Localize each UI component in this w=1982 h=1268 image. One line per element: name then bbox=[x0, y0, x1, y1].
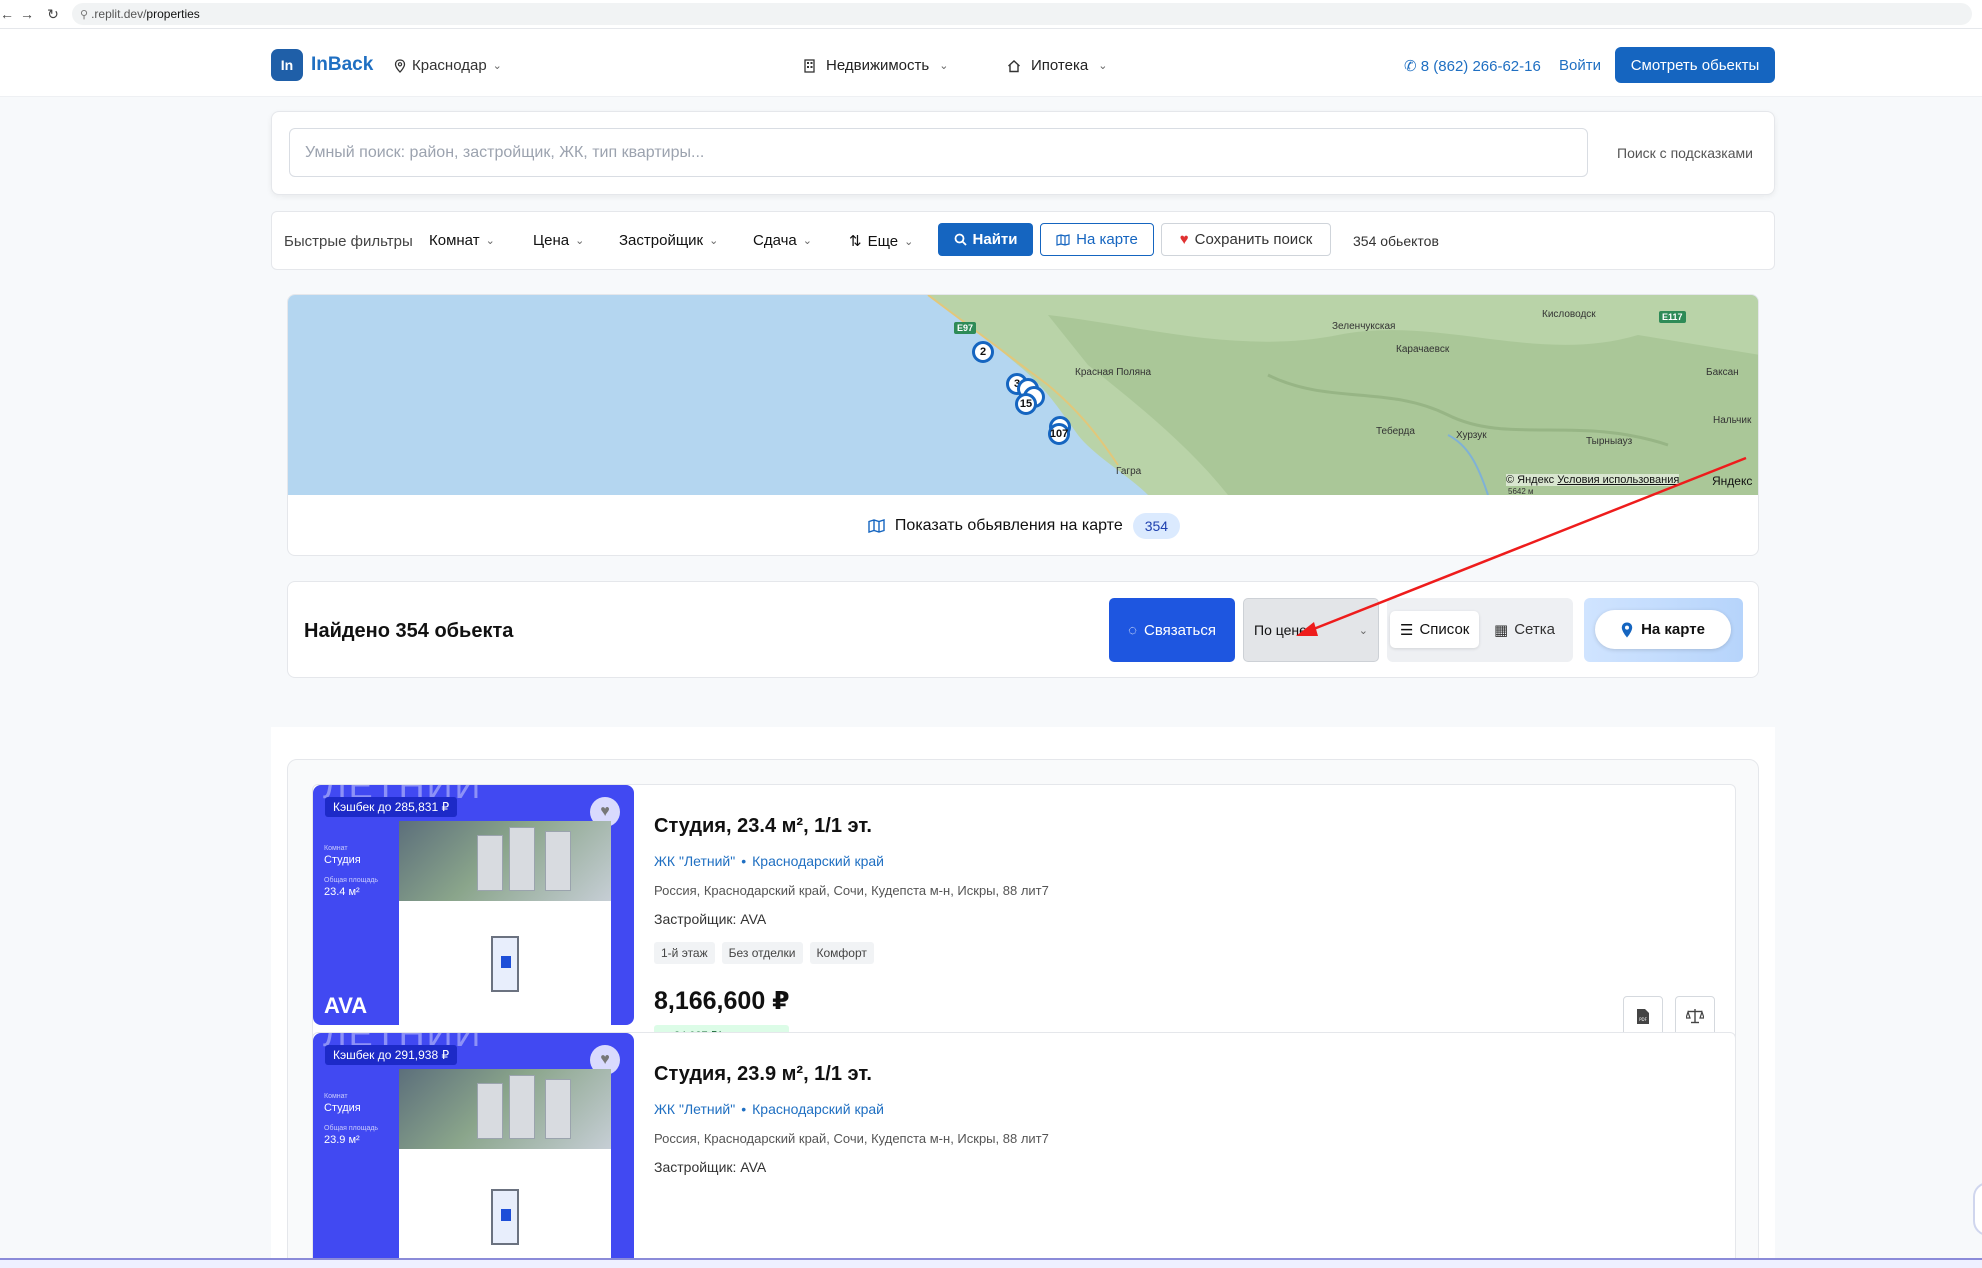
floor-plan-shape bbox=[491, 936, 519, 992]
complex-name[interactable]: ЖК "Летний" bbox=[654, 853, 735, 869]
region-name[interactable]: Краснодарский край bbox=[752, 1101, 884, 1117]
complex-name[interactable]: ЖК "Летний" bbox=[654, 1101, 735, 1117]
building-shape bbox=[509, 1075, 535, 1139]
listing-developer: Застройщик: AVA bbox=[654, 911, 767, 927]
viewport-bottom-strip bbox=[0, 1260, 1982, 1268]
image-area-label: Общая площадь bbox=[324, 1125, 379, 1132]
listing-tags: 1-й этаж Без отделки Комфорт bbox=[654, 942, 874, 964]
floor-plan-window bbox=[501, 956, 511, 968]
building-shape bbox=[477, 1083, 503, 1139]
floor-plan-shape bbox=[491, 1189, 519, 1245]
listing-title[interactable]: Студия, 23.9 м², 1/1 эт. bbox=[654, 1063, 872, 1086]
listing-tag: Комфорт bbox=[809, 942, 874, 964]
listing-price: 8,166,600 ₽ bbox=[654, 987, 790, 1015]
floor-plan bbox=[399, 1149, 611, 1268]
listing-image[interactable]: ЛЕТНИЙ Кэшбек до 291,938 ₽ ♥ Комнат Студ… bbox=[313, 1033, 634, 1268]
listing-title[interactable]: Студия, 23.4 м², 1/1 эт. bbox=[654, 815, 872, 838]
cashback-badge: Кэшбек до 291,938 ₽ bbox=[325, 1045, 458, 1065]
listing-address: Россия, Краснодарский край, Сочи, Кудепс… bbox=[654, 1131, 1049, 1146]
cashback-badge: Кэшбек до 285,831 ₽ bbox=[325, 797, 458, 817]
listing-image[interactable]: ЛЕТНИЙ Кэшбек до 285,831 ₽ ♥ Комнат Студ… bbox=[313, 785, 634, 1025]
separator-dot: • bbox=[741, 1101, 747, 1117]
image-area-value: 23.9 м² bbox=[324, 1134, 360, 1146]
building-photo bbox=[399, 1069, 611, 1149]
listings-container: ЛЕТНИЙ Кэшбек до 285,831 ₽ ♥ Комнат Студ… bbox=[287, 759, 1759, 1268]
building-shape bbox=[545, 1079, 571, 1139]
image-type-label: Комнат bbox=[324, 1093, 348, 1100]
separator-dot: • bbox=[741, 853, 747, 869]
building-shape bbox=[509, 827, 535, 891]
image-area-value: 23.4 м² bbox=[324, 886, 360, 898]
image-area-label: Общая площадь bbox=[324, 877, 379, 884]
developer-logo: AVA bbox=[324, 993, 368, 1018]
chat-widget-bubble[interactable] bbox=[1973, 1182, 1982, 1236]
listings-section: ЛЕТНИЙ Кэшбек до 285,831 ₽ ♥ Комнат Студ… bbox=[271, 727, 1775, 1268]
svg-text:PDF: PDF bbox=[1639, 1017, 1647, 1022]
complex-link[interactable]: ЖК "Летний" • Краснодарский край bbox=[654, 1101, 884, 1117]
compare-scales-icon[interactable] bbox=[1675, 996, 1715, 1036]
building-photo bbox=[399, 821, 611, 901]
listing-card[interactable]: ЛЕТНИЙ Кэшбек до 285,831 ₽ ♥ Комнат Студ… bbox=[312, 784, 1736, 1074]
image-type-value: Студия bbox=[324, 1102, 361, 1114]
floor-plan-window bbox=[501, 1209, 511, 1221]
listing-developer: Застройщик: AVA bbox=[654, 1159, 767, 1175]
building-shape bbox=[545, 831, 571, 891]
listing-tag: 1-й этаж bbox=[654, 942, 715, 964]
listing-address: Россия, Краснодарский край, Сочи, Кудепс… bbox=[654, 883, 1049, 898]
pdf-icon[interactable]: PDF bbox=[1623, 996, 1663, 1036]
region-name[interactable]: Краснодарский край bbox=[752, 853, 884, 869]
image-type-label: Комнат bbox=[324, 845, 348, 852]
floor-plan bbox=[399, 901, 611, 1025]
listing-tag: Без отделки bbox=[721, 942, 803, 964]
complex-link[interactable]: ЖК "Летний" • Краснодарский край bbox=[654, 853, 884, 869]
building-shape bbox=[477, 835, 503, 891]
listing-card[interactable]: ЛЕТНИЙ Кэшбек до 291,938 ₽ ♥ Комнат Студ… bbox=[312, 1032, 1736, 1268]
image-type-value: Студия bbox=[324, 854, 361, 866]
